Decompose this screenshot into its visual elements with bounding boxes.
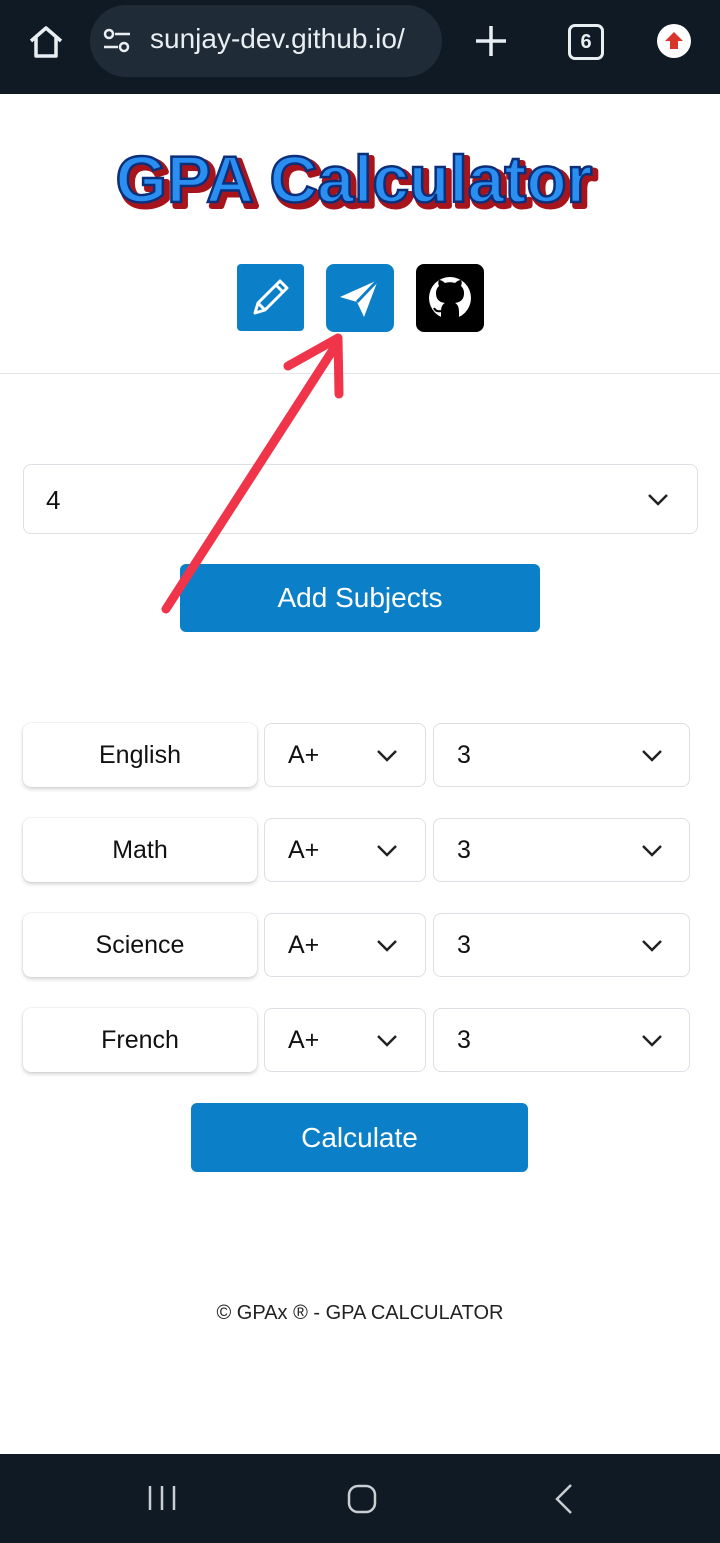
home-icon[interactable] — [26, 22, 66, 62]
subject-name-field[interactable]: French — [23, 1008, 257, 1072]
chevron-down-icon — [642, 845, 662, 857]
credit-value: 3 — [457, 741, 471, 769]
grade-select[interactable]: A+ — [264, 1008, 426, 1072]
github-button[interactable] — [416, 264, 484, 332]
subject-row-french: French A+ 3 — [0, 1008, 720, 1072]
new-tab-plus-icon[interactable] — [472, 22, 510, 60]
tab-switcher-icon[interactable]: 6 — [568, 24, 604, 60]
grade-select[interactable]: A+ — [264, 913, 426, 977]
url-text[interactable]: sunjay-dev.github.io/ — [150, 23, 405, 55]
credit-value: 3 — [457, 1026, 471, 1054]
update-icon[interactable] — [657, 24, 691, 58]
credit-select[interactable]: 3 — [433, 1008, 690, 1072]
address-bar[interactable]: sunjay-dev.github.io/ — [90, 5, 442, 77]
system-navigation-bar — [0, 1454, 720, 1543]
chevron-down-icon — [642, 940, 662, 952]
chevron-down-icon — [377, 845, 397, 857]
recent-apps-icon[interactable] — [146, 1484, 178, 1512]
grade-select[interactable]: A+ — [264, 723, 426, 787]
credit-select[interactable]: 3 — [433, 913, 690, 977]
credit-value: 3 — [457, 836, 471, 864]
gpa-calculator-logo: GPA Calculator GPA Calculator GPA Calcul… — [114, 141, 605, 230]
logo-text: GPA Calculator — [116, 142, 593, 216]
chevron-down-icon — [377, 1035, 397, 1047]
grade-value: A+ — [288, 741, 320, 769]
subject-name-field[interactable]: English — [23, 723, 257, 787]
chevron-down-icon — [648, 494, 668, 506]
grade-select[interactable]: A+ — [264, 818, 426, 882]
header-divider — [0, 373, 720, 374]
send-icon — [340, 278, 380, 317]
home-button-icon[interactable] — [347, 1484, 377, 1514]
credit-select[interactable]: 3 — [433, 818, 690, 882]
subject-count-value: 4 — [46, 485, 61, 515]
back-icon[interactable] — [553, 1483, 575, 1515]
site-settings-icon[interactable] — [102, 27, 132, 55]
grade-value: A+ — [288, 1026, 320, 1054]
subject-name-field[interactable]: Science — [23, 913, 257, 977]
github-icon — [429, 277, 471, 319]
subject-row-english: English A+ 3 — [0, 723, 720, 787]
subject-name-field[interactable]: Math — [23, 818, 257, 882]
add-subjects-button[interactable]: Add Subjects — [180, 564, 540, 632]
grade-value: A+ — [288, 836, 320, 864]
credit-select[interactable]: 3 — [433, 723, 690, 787]
subject-count-select[interactable]: 4 — [23, 464, 698, 534]
credit-value: 3 — [457, 931, 471, 959]
calculate-button[interactable]: Calculate — [191, 1103, 528, 1172]
chevron-down-icon — [377, 940, 397, 952]
footer-copyright: © GPAx ® - GPA CALCULATOR — [216, 1302, 504, 1324]
subject-row-math: Math A+ 3 — [0, 818, 720, 882]
chevron-down-icon — [642, 750, 662, 762]
chevron-down-icon — [377, 750, 397, 762]
edit-icon — [253, 279, 289, 315]
chevron-down-icon — [642, 1035, 662, 1047]
edit-button[interactable] — [237, 264, 304, 331]
grade-value: A+ — [288, 931, 320, 959]
browser-toolbar: sunjay-dev.github.io/ 6 — [0, 0, 720, 94]
subject-row-science: Science A+ 3 — [0, 913, 720, 977]
send-button[interactable] — [326, 264, 394, 332]
